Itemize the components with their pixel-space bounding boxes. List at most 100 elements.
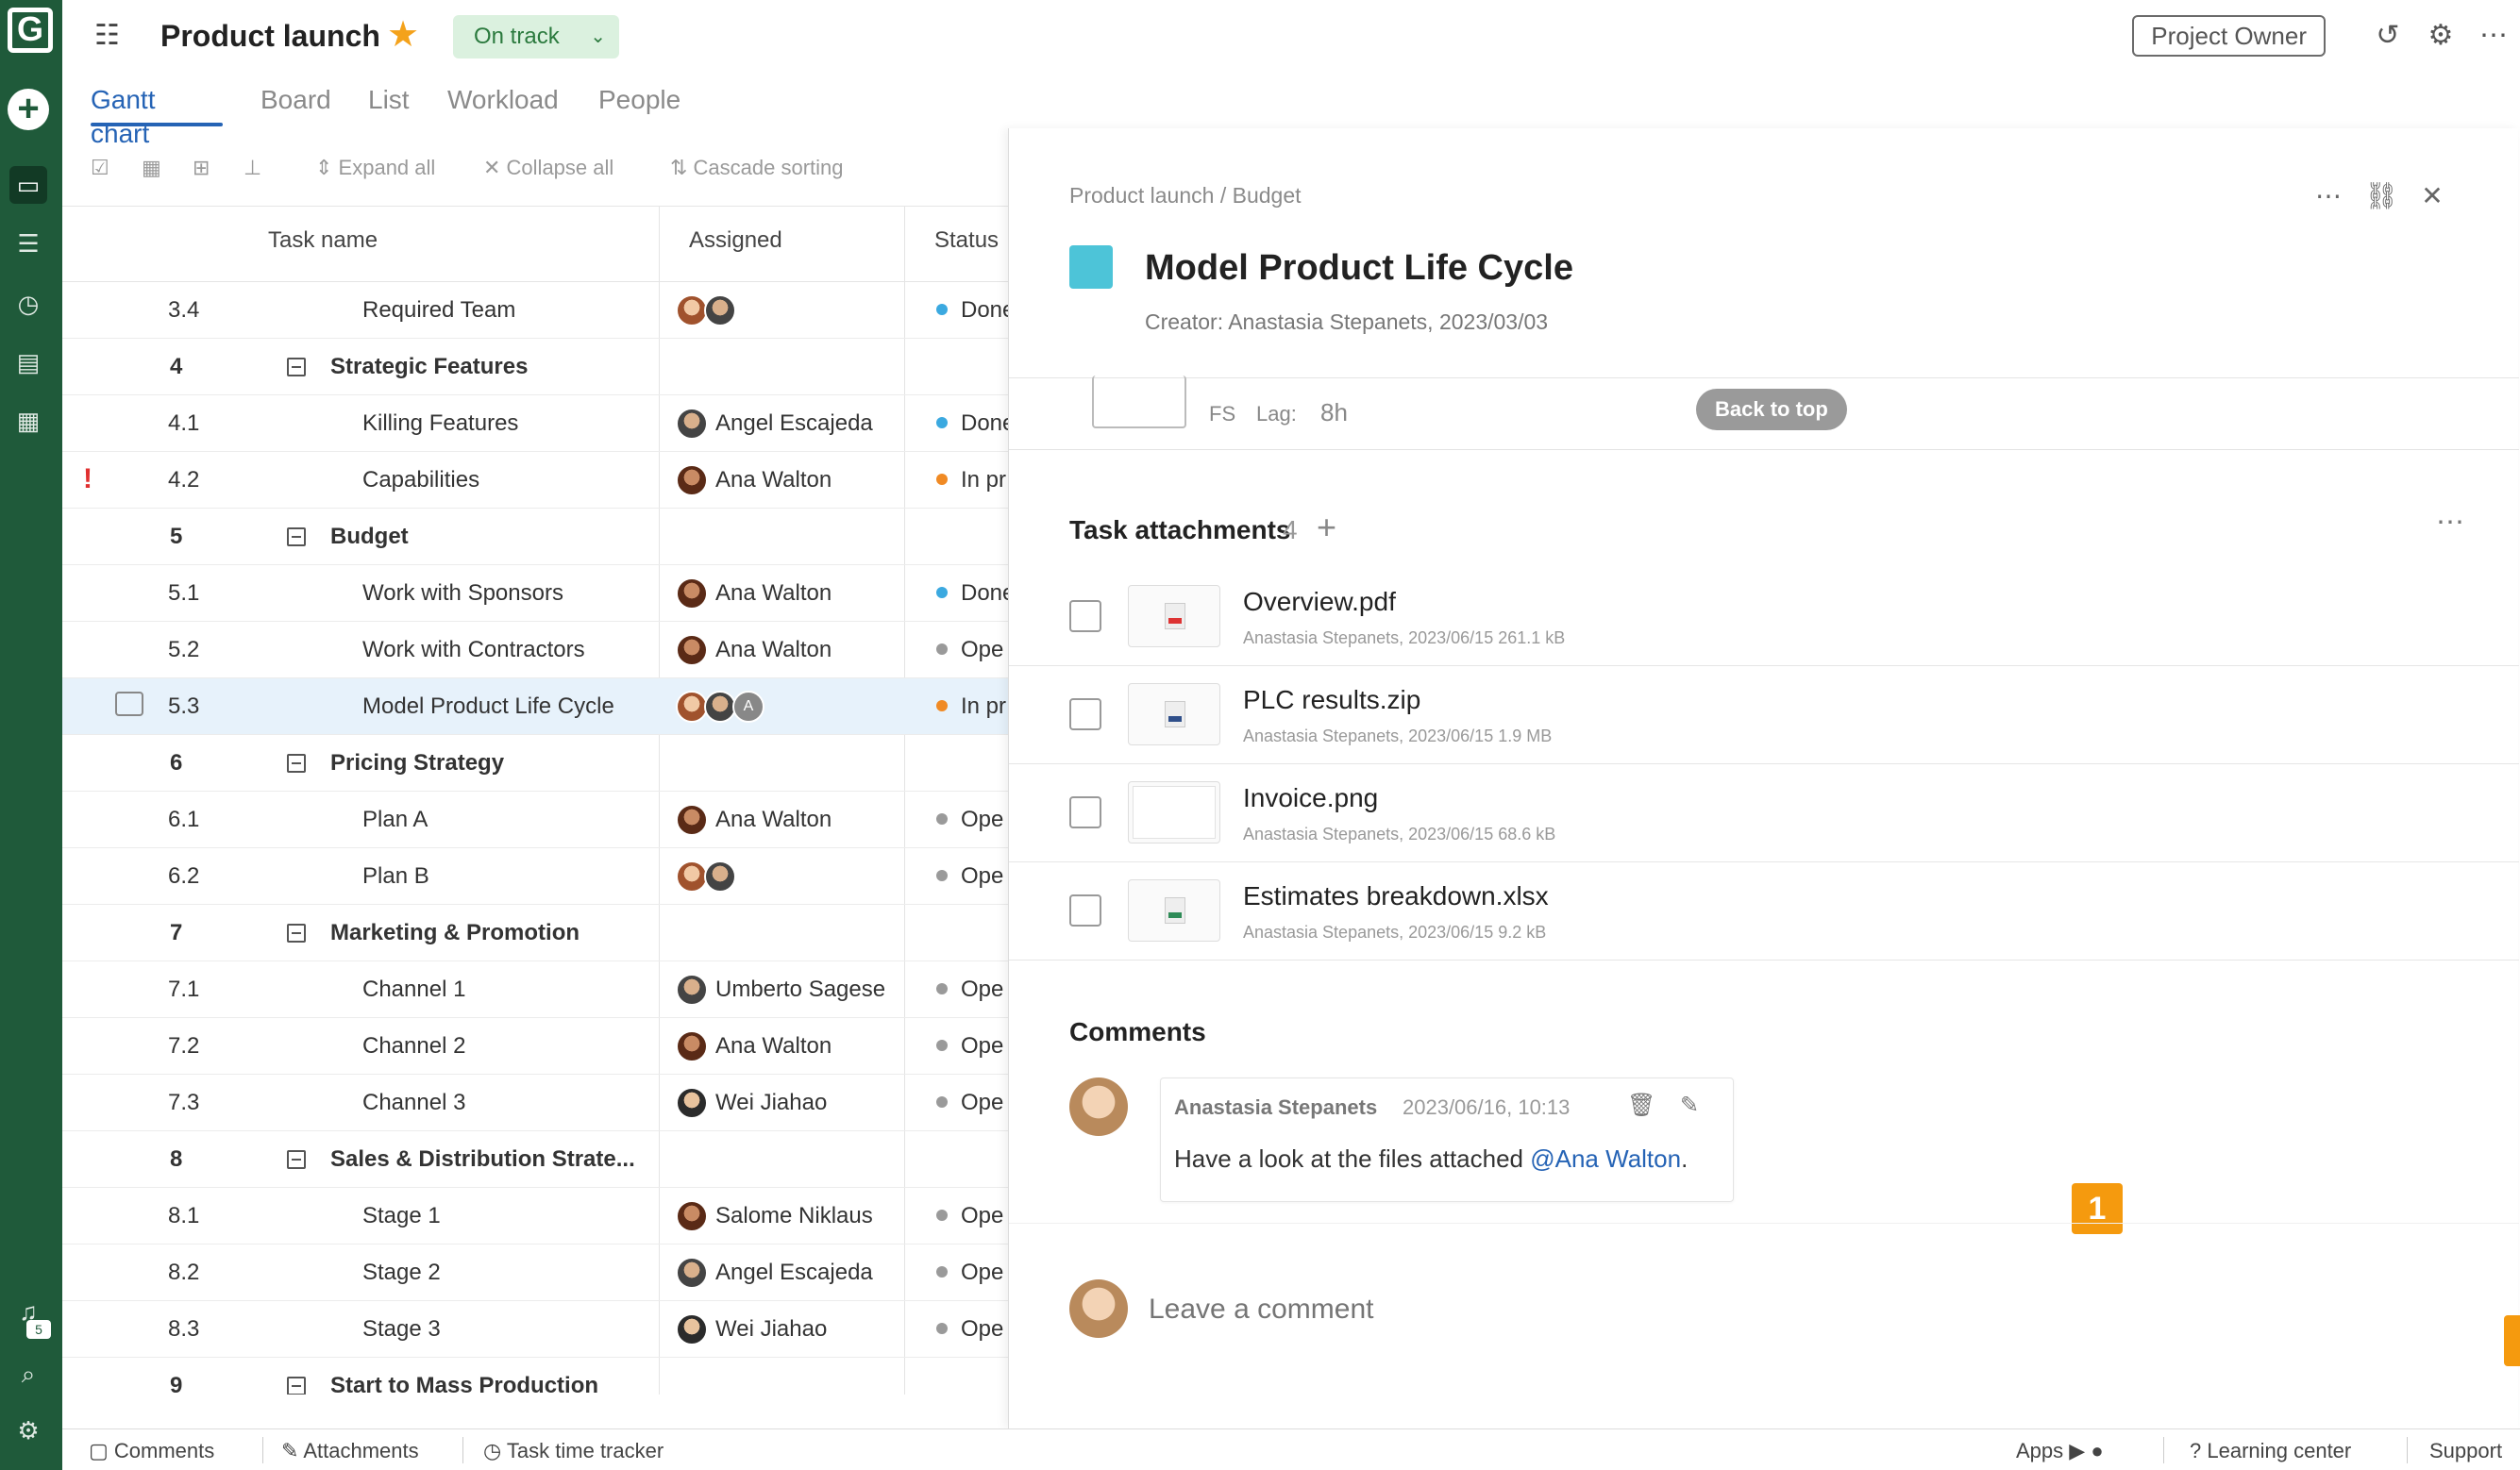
task-row[interactable]: 3.4 Required Team Done (62, 282, 1008, 339)
attachment-row[interactable]: Invoice.png Anastasia Stepanets, 2023/06… (1009, 764, 2519, 862)
task-name[interactable]: Sales & Distribution Strate... (330, 1146, 635, 1173)
status-cell[interactable]: Done (936, 410, 1008, 437)
tab-list[interactable]: List (368, 83, 410, 117)
select-checkbox-icon[interactable]: ☑ (91, 151, 109, 185)
project-status-dropdown[interactable]: On track ⌄ (453, 15, 619, 58)
task-name[interactable]: Plan B (362, 863, 429, 890)
more-icon[interactable]: ⋯ (2475, 17, 2512, 55)
group-row[interactable]: 8 Sales & Distribution Strate... (62, 1131, 1008, 1188)
group-row[interactable]: 4 Strategic Features (62, 339, 1008, 395)
expand-all-button[interactable]: ⇕ Expand all (315, 151, 435, 185)
attachment-name[interactable]: PLC results.zip (1243, 685, 1420, 715)
attachments-button[interactable]: ✎ Attachments (281, 1439, 419, 1463)
task-name[interactable]: Channel 3 (362, 1090, 465, 1116)
task-row[interactable]: 7.3 Channel 3 Wei Jiahao Ope (62, 1075, 1008, 1131)
assignee-cell[interactable]: Ana Walton (676, 634, 832, 666)
learning-center-button[interactable]: ? Learning center (2190, 1439, 2351, 1463)
group-row[interactable]: 5 Budget (62, 509, 1008, 565)
link-icon[interactable]: ⛓ (2364, 179, 2398, 213)
column-assigned[interactable]: Assigned (689, 227, 782, 254)
back-to-top-button[interactable]: Back to top (1696, 389, 1847, 430)
grid-icon[interactable]: ▦ (9, 402, 47, 440)
task-name[interactable]: Budget (330, 524, 409, 550)
collapse-group-icon[interactable] (287, 754, 306, 773)
task-name[interactable]: Work with Sponsors (362, 580, 563, 607)
status-cell[interactable]: Ope (936, 863, 1008, 890)
task-row[interactable]: 7.1 Channel 1 Umberto Sagese Ope (62, 961, 1008, 1018)
more-icon[interactable]: ⋯ (2311, 179, 2345, 213)
list-icon[interactable]: ☰ (9, 225, 47, 262)
google-play-icon[interactable]: ▶ (2069, 1439, 2085, 1462)
task-row[interactable]: 4.1 Killing Features Angel Escajeda Done (62, 395, 1008, 452)
task-row[interactable]: 8.3 Stage 3 Wei Jiahao Ope (62, 1301, 1008, 1358)
column-task-name[interactable]: Task name (268, 227, 378, 254)
clock-icon[interactable]: ◷ (9, 285, 47, 323)
task-row[interactable]: 8.1 Stage 1 Salome Niklaus Ope (62, 1188, 1008, 1244)
tab-people[interactable]: People (598, 83, 680, 117)
search-icon[interactable]: ⌕ (9, 1355, 47, 1393)
task-name[interactable]: Marketing & Promotion (330, 920, 580, 946)
comments-button[interactable]: ▢ Comments (89, 1439, 214, 1463)
status-cell[interactable]: Ope (936, 1260, 1008, 1286)
apps-button[interactable]: Apps ▶ ● (2016, 1439, 2104, 1463)
task-row[interactable]: 6.1 Plan A Ana Walton Ope (62, 792, 1008, 848)
task-name[interactable]: Required Team (362, 297, 515, 324)
group-row[interactable]: 7 Marketing & Promotion (62, 905, 1008, 961)
projects-folder-icon[interactable]: ▭ (9, 166, 47, 204)
task-name[interactable]: Strategic Features (330, 354, 528, 380)
cascade-sorting-button[interactable]: ⇅ Cascade sorting (670, 151, 844, 185)
task-name[interactable]: Plan A (362, 807, 428, 833)
attachment-checkbox[interactable] (1069, 698, 1101, 730)
status-cell[interactable]: In pr (936, 467, 1008, 493)
tab-board[interactable]: Board (260, 83, 331, 117)
calendar-icon[interactable]: ▦ (142, 151, 161, 185)
apple-icon[interactable]: ● (2091, 1439, 2103, 1462)
task-row[interactable]: 8.2 Stage 2 Angel Escajeda Ope (62, 1244, 1008, 1301)
task-name[interactable]: Channel 2 (362, 1033, 465, 1060)
collapse-all-button[interactable]: ✕ Collapse all (483, 151, 613, 185)
task-row[interactable]: 6.2 Plan B Ope (62, 848, 1008, 905)
task-name[interactable]: Work with Contractors (362, 637, 585, 663)
split-icon[interactable]: ⊥ (244, 151, 261, 185)
attachment-checkbox[interactable] (1069, 796, 1101, 828)
assignee-cell[interactable]: Angel Escajeda (676, 408, 873, 440)
task-name[interactable]: Start to Mass Production (330, 1373, 598, 1395)
task-row[interactable]: 5.1 Work with Sponsors Ana Walton Done (62, 565, 1008, 622)
attachment-name[interactable]: Overview.pdf (1243, 587, 1396, 617)
group-row[interactable]: 6 Pricing Strategy (62, 735, 1008, 792)
task-name[interactable]: Stage 1 (362, 1203, 441, 1229)
task-row[interactable]: 7.2 Channel 2 Ana Walton Ope (62, 1018, 1008, 1075)
project-owner-button[interactable]: Project Owner (2132, 15, 2326, 57)
project-settings-icon[interactable]: ⚙ (2422, 17, 2460, 55)
tab-workload[interactable]: Workload (447, 83, 559, 117)
task-name[interactable]: Stage 2 (362, 1260, 441, 1286)
attachment-row[interactable]: PLC results.zip Anastasia Stepanets, 202… (1009, 666, 2519, 764)
assignee-cell[interactable]: Wei Jiahao (676, 1087, 827, 1119)
collapse-group-icon[interactable] (287, 1377, 306, 1395)
delete-comment-icon[interactable]: 🗑 (1627, 1092, 1655, 1119)
status-cell[interactable]: Ope (936, 977, 1008, 1003)
status-cell[interactable]: In pr (936, 693, 1008, 720)
collapse-group-icon[interactable] (287, 924, 306, 943)
report-icon[interactable]: ▤ (9, 343, 47, 381)
edit-comment-icon[interactable]: ✎ (1680, 1092, 1699, 1119)
assignee-cell[interactable] (676, 294, 736, 326)
assignee-cell[interactable]: Ana Walton (676, 464, 832, 496)
leave-comment-input[interactable] (1149, 1291, 1998, 1328)
attachment-checkbox[interactable] (1069, 600, 1101, 632)
status-cell[interactable]: Ope (936, 1090, 1008, 1116)
close-icon[interactable]: ✕ (2415, 179, 2449, 213)
task-name[interactable]: Stage 3 (362, 1316, 441, 1343)
assignee-cell[interactable]: Ana Walton (676, 577, 832, 610)
status-cell[interactable]: Done (936, 580, 1008, 607)
settings-icon[interactable]: ⚙ (9, 1412, 47, 1449)
group-row[interactable]: 9 Start to Mass Production (62, 1358, 1008, 1395)
assignee-cell[interactable]: Angel Escajeda (676, 1257, 873, 1289)
task-name[interactable]: Channel 1 (362, 977, 465, 1003)
comment-icon[interactable] (115, 692, 143, 716)
add-attachment-icon[interactable]: + (1317, 508, 1336, 547)
collapse-group-icon[interactable] (287, 527, 306, 546)
assignee-cell[interactable]: Ana Walton (676, 1030, 832, 1062)
collapse-group-icon[interactable] (287, 1150, 306, 1169)
task-title[interactable]: Model Product Life Cycle (1145, 245, 1573, 291)
